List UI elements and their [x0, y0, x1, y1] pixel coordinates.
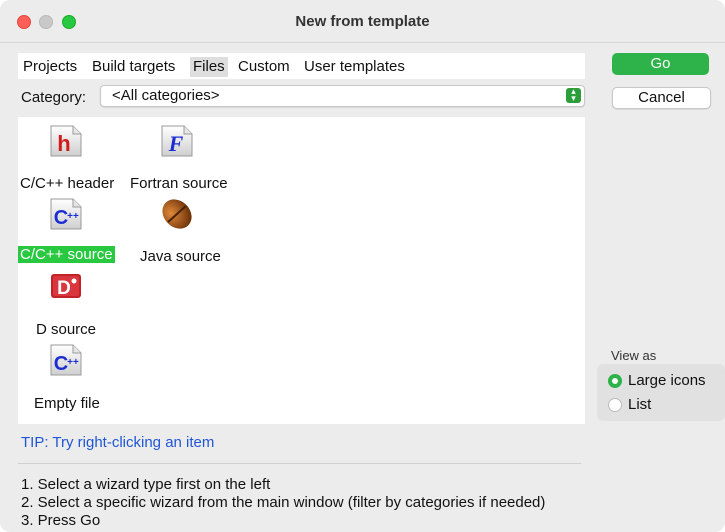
- cancel-button[interactable]: Cancel: [612, 87, 711, 109]
- empty-file-icon: C ++: [50, 344, 82, 376]
- instruction-line: 3. Press Go: [21, 512, 101, 529]
- cpp-source-icon: C ++: [50, 198, 82, 230]
- template-item-label: Empty file: [34, 395, 100, 412]
- c-header-icon: h: [50, 125, 82, 157]
- template-item-label: D source: [36, 321, 97, 338]
- template-item-label: C/C++ source: [18, 246, 115, 263]
- category-value: <All categories>: [112, 87, 220, 104]
- list-label[interactable]: List: [628, 396, 651, 413]
- tab-files[interactable]: Files: [190, 57, 228, 77]
- fortran-icon: F: [161, 125, 193, 157]
- divider: [18, 463, 581, 464]
- go-button[interactable]: Go: [612, 53, 709, 75]
- instruction-line: 1. Select a wizard type first on the lef…: [21, 476, 271, 493]
- svg-text:D: D: [57, 278, 71, 299]
- svg-text:++: ++: [67, 357, 79, 368]
- svg-text:C: C: [54, 353, 68, 375]
- svg-text:C: C: [54, 207, 68, 229]
- template-icon-view[interactable]: h C/C++ header F Fortran source C ++ C/C…: [18, 117, 585, 424]
- large-icons-label[interactable]: Large icons: [628, 372, 706, 389]
- svg-text:++: ++: [67, 211, 79, 222]
- java-bean-icon: [162, 199, 192, 229]
- template-item-label: Fortran source: [130, 175, 228, 192]
- large-icons-radio[interactable]: [608, 374, 622, 388]
- tab-projects[interactable]: Projects: [20, 57, 80, 77]
- tab-build-targets[interactable]: Build targets: [89, 57, 178, 77]
- category-select[interactable]: <All categories> ▴ ▾: [100, 85, 585, 107]
- instruction-line: 2. Select a specific wizard from the mai…: [21, 494, 546, 511]
- d-source-icon: D: [51, 274, 81, 299]
- view-as-title: View as: [611, 348, 657, 363]
- chevron-updown-icon: ▴ ▾: [566, 87, 581, 103]
- category-label: Category:: [21, 89, 87, 106]
- title-bar: New from template: [0, 0, 725, 43]
- template-item-label: C/C++ header: [20, 175, 115, 192]
- template-item-label: Java source: [140, 248, 221, 265]
- svg-text:h: h: [57, 131, 70, 156]
- tab-bar: Projects Build targets Files Custom User…: [18, 53, 585, 79]
- window-title: New from template: [295, 13, 430, 30]
- svg-text:F: F: [168, 131, 184, 156]
- tip-text: TIP: Try right-clicking an item: [21, 434, 215, 451]
- tab-user-templates[interactable]: User templates: [301, 57, 408, 77]
- new-from-template-dialog: New from template Projects Build targets…: [0, 0, 725, 532]
- list-radio[interactable]: [608, 398, 622, 412]
- tab-custom[interactable]: Custom: [235, 57, 293, 77]
